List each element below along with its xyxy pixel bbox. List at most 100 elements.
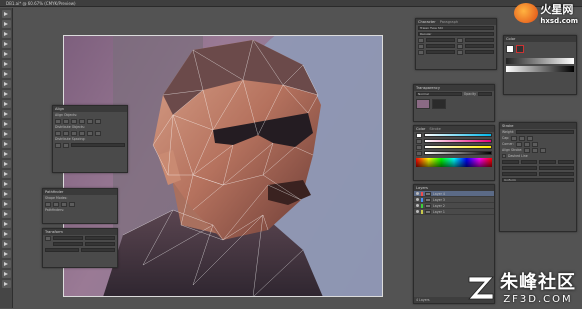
arrowhead-end-select[interactable] <box>539 166 574 170</box>
shape-mode-1-icon[interactable] <box>45 201 51 207</box>
mask-thumbnail[interactable] <box>432 99 446 109</box>
scale-icon[interactable] <box>2 130 11 138</box>
align-objects-6-icon[interactable] <box>95 118 101 124</box>
none-icon[interactable] <box>416 144 422 150</box>
stroke-indicator-icon[interactable] <box>416 138 422 144</box>
blend-mode-select[interactable]: Normal <box>416 92 462 96</box>
stroke-profile-select[interactable]: Uniform <box>502 178 574 182</box>
fill-swatch[interactable] <box>506 45 514 53</box>
layer-row[interactable]: Layer 1 <box>414 209 494 215</box>
gap-field-2[interactable] <box>557 160 574 164</box>
artboard-icon[interactable] <box>2 250 11 258</box>
shape-mode-4-icon[interactable] <box>69 201 75 207</box>
type-icon[interactable] <box>2 60 11 68</box>
dashed-line-checkbox[interactable] <box>502 154 506 158</box>
opacity-field[interactable] <box>478 92 492 96</box>
width-icon[interactable] <box>2 140 11 148</box>
kerning-field[interactable] <box>426 44 455 48</box>
font-size-field[interactable] <box>426 38 455 42</box>
magic-wand-icon[interactable] <box>2 30 11 38</box>
cyan-slider[interactable] <box>424 133 492 137</box>
direct-selection-icon[interactable] <box>2 20 11 28</box>
y-field[interactable] <box>53 242 83 246</box>
document-title[interactable]: DB1.ai* @ 60.67% (CMYK/Preview) <box>6 1 76 6</box>
height-field[interactable] <box>85 242 115 246</box>
font-style-select[interactable]: Regular <box>418 32 494 36</box>
shape-mode-3-icon[interactable] <box>61 201 67 207</box>
blend-icon[interactable] <box>2 220 11 228</box>
lasso-icon[interactable] <box>2 40 11 48</box>
swap-icon[interactable] <box>416 150 422 156</box>
symbol-icon[interactable] <box>2 230 11 238</box>
align-outside-icon[interactable] <box>540 147 547 153</box>
perspective-icon[interactable] <box>2 180 11 188</box>
brush-icon[interactable] <box>2 90 11 98</box>
align-center-icon[interactable] <box>524 147 531 153</box>
tab-color[interactable]: Color <box>506 37 515 41</box>
miter-join-icon[interactable] <box>515 141 522 147</box>
butt-cap-icon[interactable] <box>511 135 518 141</box>
round-cap-icon[interactable] <box>519 135 526 141</box>
spacing-field[interactable] <box>71 143 125 147</box>
horizontal-spacing-icon[interactable] <box>63 142 69 148</box>
hand-icon[interactable] <box>2 270 11 278</box>
eraser-icon[interactable] <box>2 110 11 118</box>
round-join-icon[interactable] <box>523 141 530 147</box>
vertical-spacing-icon[interactable] <box>55 142 61 148</box>
distribute-objects-5-icon[interactable] <box>87 130 93 136</box>
shear-field[interactable] <box>81 248 115 252</box>
stroke-weight-field[interactable] <box>516 130 574 134</box>
distribute-objects-4-icon[interactable] <box>79 130 85 136</box>
tab-character[interactable]: Character <box>418 20 436 24</box>
magenta-slider[interactable] <box>424 139 492 143</box>
align-objects-5-icon[interactable] <box>87 118 93 124</box>
stroke-swatch[interactable] <box>516 45 524 53</box>
scale-end-field[interactable] <box>539 172 574 176</box>
align-objects-2-icon[interactable] <box>63 118 69 124</box>
distribute-objects-2-icon[interactable] <box>63 130 69 136</box>
mesh-icon[interactable] <box>2 190 11 198</box>
tab-stroke[interactable]: Stroke <box>429 127 440 131</box>
gap-field-1[interactable] <box>520 160 537 164</box>
visibility-eye-icon[interactable] <box>416 198 419 201</box>
gradient-icon[interactable] <box>2 200 11 208</box>
align-objects-4-icon[interactable] <box>79 118 85 124</box>
distribute-objects-6-icon[interactable] <box>95 130 101 136</box>
reference-point-icon[interactable] <box>45 235 51 241</box>
eyedropper-icon[interactable] <box>2 210 11 218</box>
leading-field[interactable] <box>465 38 494 42</box>
gradient-slider[interactable] <box>506 66 574 72</box>
fill-indicator-icon[interactable] <box>416 132 422 138</box>
black-slider[interactable] <box>424 151 492 155</box>
yellow-slider[interactable] <box>424 145 492 149</box>
line-icon[interactable] <box>2 70 11 78</box>
slice-icon[interactable] <box>2 260 11 268</box>
distribute-objects-3-icon[interactable] <box>71 130 77 136</box>
zoom-icon[interactable] <box>2 280 11 288</box>
pen-icon[interactable] <box>2 50 11 58</box>
visibility-eye-icon[interactable] <box>416 204 419 207</box>
shape-builder-icon[interactable] <box>2 170 11 178</box>
scale-start-field[interactable] <box>502 172 537 176</box>
tracking-field[interactable] <box>465 44 494 48</box>
x-field[interactable] <box>53 236 83 240</box>
free-transform-icon[interactable] <box>2 160 11 168</box>
dash-field-2[interactable] <box>539 160 556 164</box>
object-thumbnail[interactable] <box>416 99 430 109</box>
visibility-eye-icon[interactable] <box>416 210 419 213</box>
distribute-objects-1-icon[interactable] <box>55 130 61 136</box>
horizontal-scale-field[interactable] <box>465 50 494 54</box>
visibility-eye-icon[interactable] <box>416 192 419 195</box>
tab-color-2[interactable]: Color <box>416 127 425 131</box>
selection-icon[interactable] <box>2 10 11 18</box>
vertical-scale-field[interactable] <box>426 50 455 54</box>
pencil-icon[interactable] <box>2 100 11 108</box>
color-ramp[interactable] <box>506 58 574 64</box>
align-inside-icon[interactable] <box>532 147 539 153</box>
projecting-cap-icon[interactable] <box>527 135 534 141</box>
graph-icon[interactable] <box>2 240 11 248</box>
width-field[interactable] <box>85 236 115 240</box>
bevel-join-icon[interactable] <box>531 141 538 147</box>
shape-mode-2-icon[interactable] <box>53 201 59 207</box>
rotate-icon[interactable] <box>2 120 11 128</box>
